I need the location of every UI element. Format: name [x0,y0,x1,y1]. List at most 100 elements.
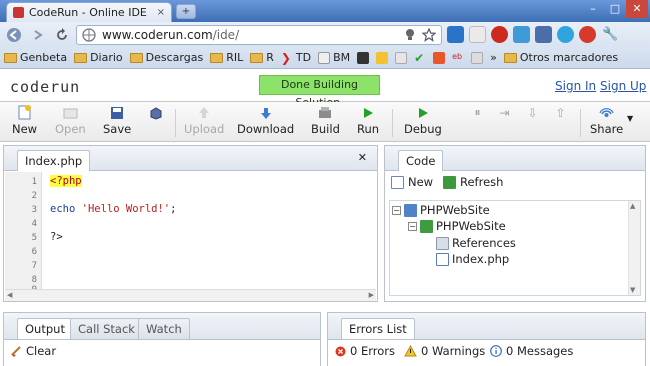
extension-opera-icon[interactable] [491,26,508,43]
bookmark-otros-marcadores[interactable]: Otros marcadores [503,51,618,64]
debug-play-icon [415,105,430,120]
warnings-filter[interactable]: 0 Warnings [404,344,485,358]
browser-navbar: www.coderun.com/ide/ 🔧 [0,22,650,47]
tree-vertical-scrollbar[interactable]: ▲ ▼ [628,201,640,295]
refresh-button[interactable]: Refresh [443,175,503,189]
step-out-button[interactable]: ⇧ [553,105,568,120]
pause-button[interactable]: ⏸ [470,105,485,120]
bookmark-label: Descargas [145,51,204,64]
upload-button[interactable]: Upload [184,105,224,136]
folder-icon [129,52,143,63]
editor-tabbar: Index.php ✕ [4,146,377,171]
reload-button[interactable] [52,25,71,44]
tree-label: Index.php [452,252,510,266]
bookmark-ebay-icon[interactable]: eb [452,52,464,64]
messages-filter[interactable]: 0 Messages [490,344,573,358]
tree-node-index-php[interactable]: Index.php [436,252,509,266]
bookmark-check-icon[interactable] [376,51,389,64]
coderun-favicon-icon [13,7,24,18]
open-button[interactable]: Open [55,105,86,136]
address-bar[interactable]: www.coderun.com/ide/ [76,24,442,45]
tab-output[interactable]: Output [17,318,73,339]
php-close-tag: ?> [50,231,63,243]
scroll-right-icon[interactable]: ▶ [369,291,374,299]
bookmark-ril[interactable]: RIL [210,51,243,64]
wrench-menu-icon[interactable]: 🔧 [601,25,620,44]
build-button[interactable]: Build [311,105,340,136]
bm-page-icon [318,51,331,64]
sign-up-link[interactable]: Sign Up [600,79,646,93]
editor-horizontal-scrollbar[interactable]: ◀ ▶ [5,289,376,301]
extension-b-icon[interactable] [469,26,486,43]
step-over-button[interactable]: ⇥ [497,105,512,120]
scroll-down-icon[interactable]: ▼ [630,286,635,294]
extension-x-icon[interactable] [447,26,464,43]
save-all-button[interactable] [148,105,163,120]
debug-button[interactable]: Debug [404,105,442,136]
save-button[interactable]: Save [103,105,131,136]
new-tab-button[interactable]: + [176,4,196,19]
bookmark-tick-icon[interactable]: ✔ [414,52,426,64]
sign-in-link[interactable]: Sign In [555,79,596,93]
browser-tab[interactable]: CodeRun - Online IDE × [6,2,172,22]
close-window-button[interactable]: ✕ [626,0,648,18]
step-into-button[interactable]: ⇩ [525,105,540,120]
run-play-icon [361,105,376,120]
upload-icon [197,105,212,120]
bookmark-label: R [266,51,274,64]
extension-box-icon[interactable] [535,26,552,43]
tab-code[interactable]: Code [398,150,444,171]
maximize-button[interactable]: □ [604,0,626,18]
bookmark-genbeta[interactable]: Genbeta [4,51,67,64]
tree-node-solution[interactable]: − PHPWebSite [392,203,490,217]
collapse-icon[interactable]: − [392,205,401,215]
extension-notes-icon[interactable] [513,26,530,43]
bookmarks-more-button[interactable]: » [490,51,497,64]
back-button[interactable] [4,25,23,44]
tab-index-php[interactable]: Index.php [17,150,91,171]
warning-icon [404,345,417,357]
bookmark-td[interactable]: ❯ TD [281,51,311,64]
tab-close-icon[interactable]: × [157,7,165,18]
error-icon [335,346,346,356]
extension-gmail-icon[interactable] [579,26,596,43]
errors-panel: Errors List 0 Errors 0 Warnings 0 Messag… [327,312,646,366]
package-icon [148,105,163,120]
bookmark-w-icon[interactable] [357,51,370,64]
code-new-button[interactable]: New [391,175,433,189]
share-dropdown-arrow[interactable]: ▼ [627,114,633,123]
tab-watch[interactable]: Watch [138,318,190,339]
new-button[interactable]: New [12,105,37,136]
close-editor-tab-icon[interactable]: ✕ [358,151,367,164]
tree-node-references[interactable]: References [436,236,516,250]
tree-node-project[interactable]: − PHPWebSite [408,219,506,233]
bookmark-r[interactable]: R [250,51,274,64]
tab-call-stack[interactable]: Call Stack [70,318,143,339]
tab-errors-list[interactable]: Errors List [341,318,415,339]
errors-filter[interactable]: 0 Errors [335,344,395,358]
code-editor[interactable]: 1 2 3 4 5 6 7 8 9 <?php echo 'Hello Worl… [5,172,376,291]
bookmark-descargas[interactable]: Descargas [129,51,204,64]
bookmark-star-icon[interactable] [422,27,436,42]
minimize-button[interactable]: – [582,0,604,18]
run-button[interactable]: Run [357,105,379,136]
line-number: 5 [31,233,37,243]
clear-button[interactable]: Clear [10,344,56,358]
bookmark-a-icon[interactable] [433,51,446,64]
forward-button[interactable] [28,25,47,44]
share-broadcast-icon [599,105,614,120]
open-label: Open [55,122,86,136]
collapse-icon[interactable]: − [408,221,417,231]
lightbulb-icon[interactable] [404,28,416,42]
extension-skype-icon[interactable] [557,26,574,43]
scroll-left-icon[interactable]: ◀ [7,291,12,299]
bookmark-page-icon[interactable] [471,51,484,64]
share-button[interactable]: Share [590,105,623,136]
bookmark-doc-icon[interactable] [395,51,408,64]
download-button[interactable]: Download [237,105,294,136]
bookmark-diario[interactable]: Diario [74,51,123,64]
download-label: Download [237,122,295,136]
bookmark-label: Diario [90,51,123,64]
scroll-up-icon[interactable]: ▲ [630,202,635,210]
bookmark-bm[interactable]: BM [318,51,350,64]
